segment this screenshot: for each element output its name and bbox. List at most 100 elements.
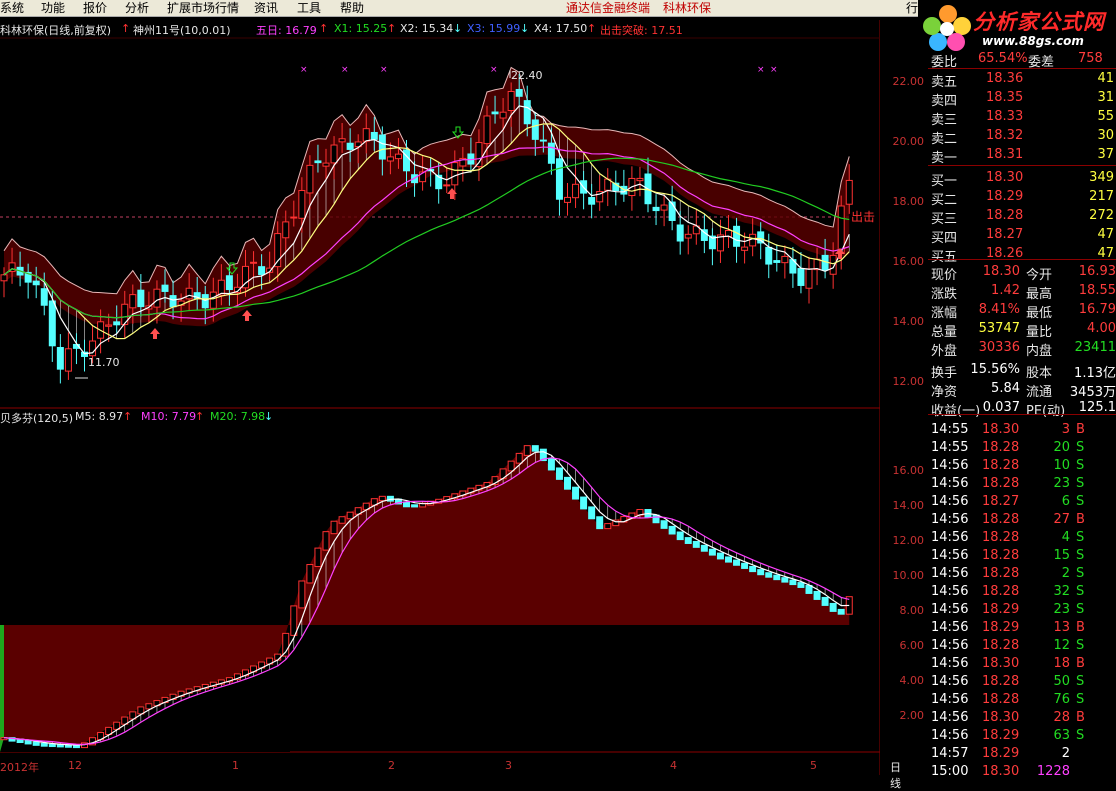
sub-bar [314, 547, 322, 568]
tick-volume: 23 [1053, 476, 1070, 491]
stat-row: 涨跌 1.42 最高 18.55 [928, 282, 1116, 302]
sub-axis-label: 2.00 [899, 709, 925, 722]
order-book-row[interactable]: 卖二 18.32 30 [928, 127, 1116, 147]
tick-direction: B [1076, 512, 1085, 527]
stat-row: 外盘 30336 内盘 23411 [928, 339, 1116, 359]
candle-body [330, 144, 338, 164]
candle-body [636, 177, 644, 182]
stat-label: 股本 [1026, 366, 1053, 381]
candle-body [676, 224, 684, 242]
candle-body [137, 289, 145, 308]
candle-body [515, 88, 523, 97]
tick-row: 14:57 18.29 2 [928, 745, 1116, 763]
chart-canvas[interactable]: × × × × × × [0, 0, 880, 775]
period-tab[interactable]: 日线 [890, 759, 901, 791]
tick-row: 14:56 18.28 23 S [928, 475, 1116, 493]
sub-bar [813, 590, 821, 600]
menu-item-quote[interactable]: 报价 [83, 0, 107, 16]
order-book-row[interactable]: 买三 18.28 272 [928, 207, 1116, 227]
indicator-breakout: 出击突破: 17.51 [600, 24, 683, 37]
indicator-x2: X2: 15.34 [400, 22, 454, 35]
candle-body [781, 255, 789, 264]
candle-body [588, 197, 596, 205]
order-book-row[interactable]: 卖五 18.36 41 [928, 70, 1116, 90]
candle-body [386, 156, 394, 162]
tick-row: 14:56 18.28 10 S [928, 457, 1116, 475]
tick-row: 14:56 18.27 6 S [928, 493, 1116, 511]
menu-item-function[interactable]: 功能 [41, 0, 65, 16]
candle-body [64, 348, 72, 372]
order-book-row[interactable]: 卖一 18.31 37 [928, 146, 1116, 166]
sub-bar [306, 564, 314, 584]
candle-body [741, 246, 749, 251]
tick-direction: B [1076, 710, 1085, 725]
order-volume: 30 [1097, 128, 1114, 143]
stat-value: 5.84 [991, 381, 1020, 396]
candle-body [805, 268, 813, 289]
order-volume: 55 [1097, 109, 1114, 124]
order-book-row[interactable]: 买四 18.27 47 [928, 226, 1116, 246]
menu-item-help[interactable]: 帮助 [340, 0, 364, 16]
tick-time: 14:56 [931, 494, 969, 509]
tick-price: 18.30 [982, 656, 1020, 671]
menu-item-tools[interactable]: 工具 [297, 0, 321, 16]
tick-volume: 15 [1053, 548, 1070, 563]
stat-label: 内盘 [1026, 344, 1053, 359]
tick-time: 14:56 [931, 710, 969, 725]
tick-row: 14:56 18.28 50 S [928, 673, 1116, 691]
tick-time: 14:56 [931, 530, 969, 545]
sub-bar [789, 579, 797, 586]
diff-value: 758 [1078, 51, 1103, 66]
order-book-row[interactable]: 卖三 18.33 55 [928, 108, 1116, 128]
sub-bar [604, 523, 612, 530]
stat-label: PE(动) [1026, 404, 1066, 419]
tick-price: 18.30 [982, 764, 1020, 779]
sub-bar [708, 548, 716, 556]
order-book-row[interactable]: 买五 18.26 47 [928, 245, 1116, 265]
tick-direction: B [1076, 620, 1085, 635]
tick-price: 18.28 [982, 476, 1020, 491]
tick-volume: 20 [1053, 440, 1070, 455]
menu-item-system[interactable]: 系统 [0, 0, 24, 16]
logo-url: www.88gs.com [982, 34, 1084, 48]
arrow-up-icon: ↑ [387, 22, 397, 35]
candle-body [40, 288, 48, 306]
order-book-row[interactable]: 买二 18.29 217 [928, 188, 1116, 208]
menu-item-analysis[interactable]: 分析 [125, 0, 149, 16]
stat-row: 总量 53747 量比 4.00 [928, 320, 1116, 340]
sub-bar [757, 569, 765, 576]
sub-bar [741, 562, 749, 569]
menu-item-extended-market[interactable]: 扩展市场行情 [167, 0, 239, 16]
stat-label: 最高 [1026, 287, 1053, 302]
sub-bar [837, 608, 845, 615]
sub-bar [652, 514, 660, 524]
indicator-x3: X3: 15.99 [467, 22, 521, 35]
ma5-line [3, 105, 850, 355]
order-volume: 217 [1089, 189, 1114, 204]
menu-item-news[interactable]: 资讯 [254, 0, 278, 16]
sub-bar [821, 596, 829, 606]
tick-price: 18.28 [982, 692, 1020, 707]
tick-time: 14:56 [931, 602, 969, 617]
sub-bar [564, 476, 571, 490]
arrow-up-icon: ↑ [121, 22, 131, 35]
divider [928, 68, 1116, 69]
tick-row: 14:56 18.29 23 S [928, 601, 1116, 619]
buy-arrow-icon [447, 188, 457, 199]
candle-body [491, 111, 499, 115]
sub-bar [531, 445, 539, 452]
sub-bar [700, 544, 708, 552]
tick-volume: 4 [1061, 530, 1070, 545]
sub-axis-label: 16.00 [892, 464, 925, 477]
order-book-row[interactable]: 买一 18.30 349 [928, 169, 1116, 189]
tick-volume: 12 [1053, 638, 1070, 653]
stat-value: 1.13亿 [1074, 366, 1116, 381]
order-volume: 31 [1097, 90, 1114, 105]
tick-volume: 10 [1053, 458, 1070, 473]
sub-bar [330, 520, 338, 535]
order-price: 18.27 [986, 227, 1024, 242]
tick-row: 14:56 18.30 28 B [928, 709, 1116, 727]
candle-body [733, 225, 741, 247]
tick-volume: 32 [1053, 584, 1070, 599]
order-book-row[interactable]: 卖四 18.35 31 [928, 89, 1116, 109]
